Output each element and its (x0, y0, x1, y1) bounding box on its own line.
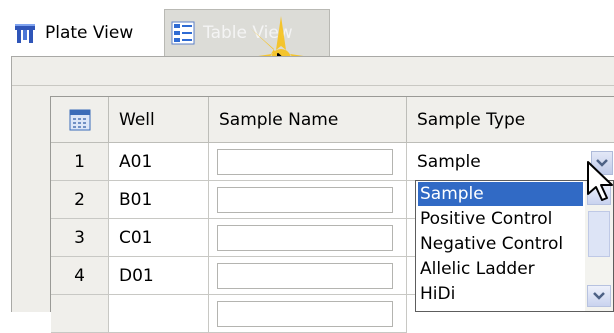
well-id: C01 (119, 227, 153, 248)
row-header[interactable] (51, 295, 109, 333)
dropdown-option-positive-control[interactable]: Positive Control (418, 207, 583, 231)
panel-divider (12, 85, 614, 86)
scroll-thumb[interactable] (588, 211, 610, 257)
well-id: B01 (119, 189, 153, 210)
tab-strip: Plate View Table View (0, 0, 614, 102)
column-header-label: Sample Name (219, 109, 339, 130)
sample-name-cell (209, 257, 407, 295)
sample-type-dropdown-list: Sample Positive Control Negative Control… (415, 180, 614, 312)
row-number: 4 (74, 265, 85, 286)
dropdown-option-allelic-ladder[interactable]: Allelic Ladder (418, 257, 583, 281)
well-cell[interactable]: C01 (109, 219, 209, 257)
sample-type-combobox[interactable]: Sample (407, 143, 614, 181)
well-cell[interactable] (109, 295, 209, 333)
column-header-label: Sample Type (417, 109, 526, 130)
tab-plate-view[interactable]: Plate View (13, 9, 160, 56)
table-view-icon (171, 21, 195, 45)
column-header-well[interactable]: Well (109, 97, 209, 143)
well-cell[interactable]: B01 (109, 181, 209, 219)
column-header-sample-type[interactable]: Sample Type (407, 97, 614, 143)
sample-name-input[interactable] (217, 301, 393, 327)
dropdown-option-hidi[interactable]: HiDi (418, 282, 583, 306)
well-id: D01 (119, 265, 154, 286)
well-cell[interactable]: A01 (109, 143, 209, 181)
row-header[interactable]: 4 (51, 257, 109, 295)
row-header[interactable]: 3 (51, 219, 109, 257)
scroll-down-button[interactable] (587, 285, 611, 307)
plate-view-icon (15, 23, 35, 43)
dropdown-option-sample[interactable]: Sample (418, 182, 583, 206)
sample-name-cell (209, 219, 407, 257)
well-id: A01 (119, 151, 153, 172)
sample-name-input[interactable] (217, 187, 393, 213)
sample-name-input[interactable] (217, 149, 393, 175)
well-cell[interactable]: D01 (109, 257, 209, 295)
sample-type-value: Sample (417, 151, 481, 172)
sample-name-cell (209, 143, 407, 181)
row-header[interactable]: 1 (51, 143, 109, 181)
table-corner-button[interactable] (51, 97, 109, 143)
grid-select-all-icon (69, 109, 90, 130)
column-header-sample-name[interactable]: Sample Name (209, 97, 407, 143)
tab-label: Plate View (45, 22, 134, 43)
row-number: 2 (74, 189, 85, 210)
column-header-label: Well (119, 109, 155, 130)
row-number: 1 (74, 151, 85, 172)
dropdown-option-negative-control[interactable]: Negative Control (418, 232, 583, 256)
row-header[interactable]: 2 (51, 181, 109, 219)
sample-name-input[interactable] (217, 225, 393, 251)
sample-name-cell (209, 295, 407, 333)
mouse-pointer-icon (587, 161, 613, 201)
sample-name-input[interactable] (217, 263, 393, 289)
sample-name-cell (209, 181, 407, 219)
chevron-down-icon (593, 292, 605, 300)
row-number: 3 (74, 227, 85, 248)
